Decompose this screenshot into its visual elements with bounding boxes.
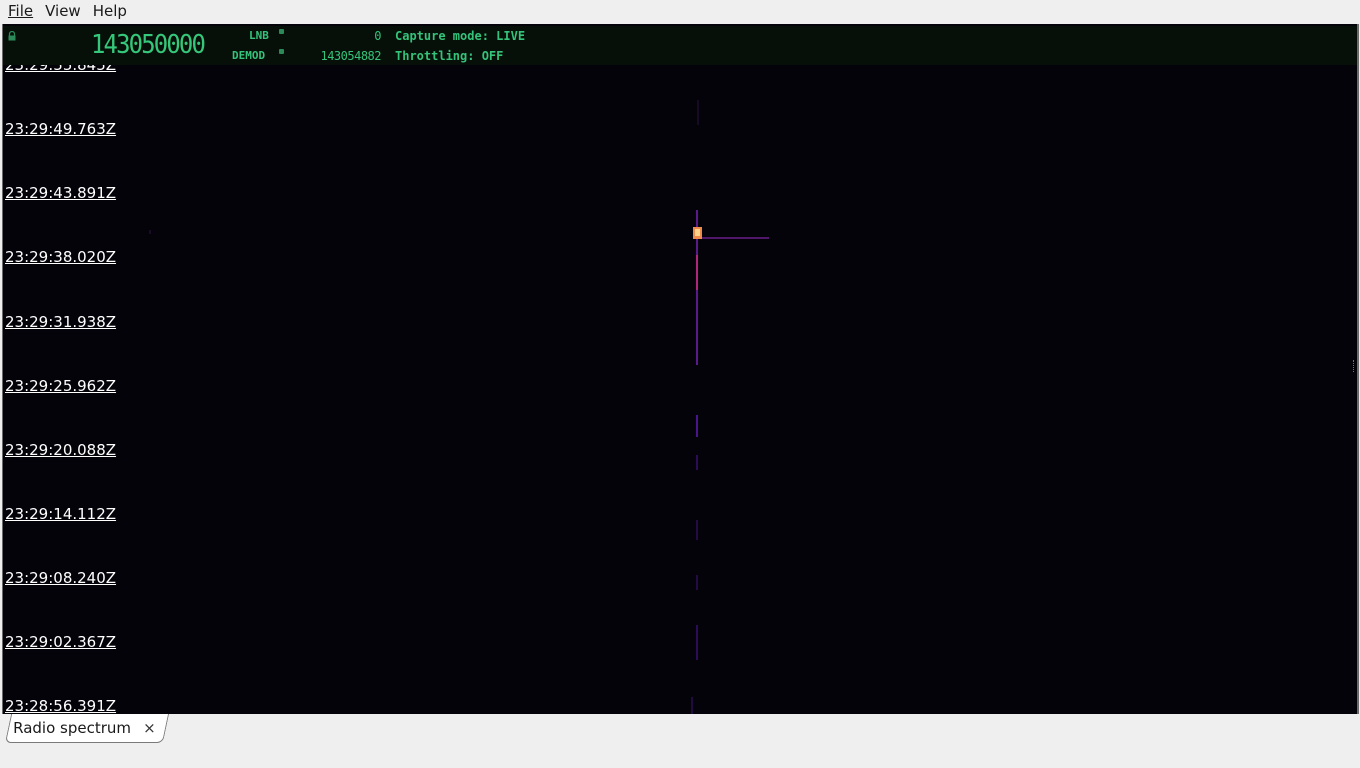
panel-splitter-handle[interactable] xyxy=(1353,360,1356,372)
menu-help[interactable]: Help xyxy=(89,0,131,22)
close-icon[interactable]: × xyxy=(143,719,156,737)
signal-hotspot-core xyxy=(695,229,700,236)
timestamp-label: 23:29:14.112Z xyxy=(5,505,117,523)
timestamp-label: 23:29:08.240Z xyxy=(5,569,117,587)
waterfall-background xyxy=(3,65,1357,714)
timestamp-label: 23:29:38.020Z xyxy=(5,248,117,266)
demod-lock-icon[interactable] xyxy=(279,49,284,54)
menu-file-label: File xyxy=(8,2,34,20)
noise-dot xyxy=(149,230,151,234)
menu-file[interactable]: File xyxy=(4,0,37,22)
throttling-text: Throttling: OFF xyxy=(395,49,504,63)
waterfall-display[interactable]: 23:29:55.845Z 23:29:49.763Z 23:29:43.891… xyxy=(3,56,1357,715)
capture-mode-text: Capture mode: LIVE xyxy=(395,29,526,43)
timestamp-label: 23:29:25.962Z xyxy=(5,377,117,395)
timestamp-label: 23:28:56.391Z xyxy=(5,697,117,715)
tab-label: Radio spectrum xyxy=(13,719,132,737)
timestamp-label: 23:29:20.088Z xyxy=(5,441,117,459)
lnb-label: LNB xyxy=(249,29,269,42)
timestamp-label: 23:29:02.367Z xyxy=(5,633,117,651)
timestamp-label: 23:29:31.938Z xyxy=(5,313,117,331)
demod-label: DEMOD xyxy=(232,49,266,62)
lnb-value[interactable]: 0 xyxy=(293,29,381,43)
waterfall-graphic xyxy=(3,65,1357,714)
lnb-lock-icon[interactable] xyxy=(279,29,284,34)
tab-radio-spectrum[interactable]: Radio spectrum × xyxy=(4,714,170,743)
menu-help-label: Help xyxy=(92,2,127,20)
menu-view-label: View xyxy=(45,2,81,20)
menu-bar: File View Help xyxy=(0,0,1360,22)
spectrum-panel: 23:29:55.845Z 23:29:49.763Z 23:29:43.891… xyxy=(2,24,1359,715)
tab-bar: Radio spectrum × xyxy=(0,714,1360,768)
demod-value[interactable]: 143054882 xyxy=(293,49,381,63)
status-header: 143050000 LNB 0 DEMOD 143054882 Capture … xyxy=(3,26,1357,65)
main-frequency-display[interactable]: 143050000 xyxy=(91,30,206,60)
timestamp-label: 23:29:49.763Z xyxy=(5,120,117,138)
lock-icon[interactable] xyxy=(7,31,17,41)
timestamp-label: 23:29:43.891Z xyxy=(5,184,117,202)
menu-view[interactable]: View xyxy=(41,0,85,22)
